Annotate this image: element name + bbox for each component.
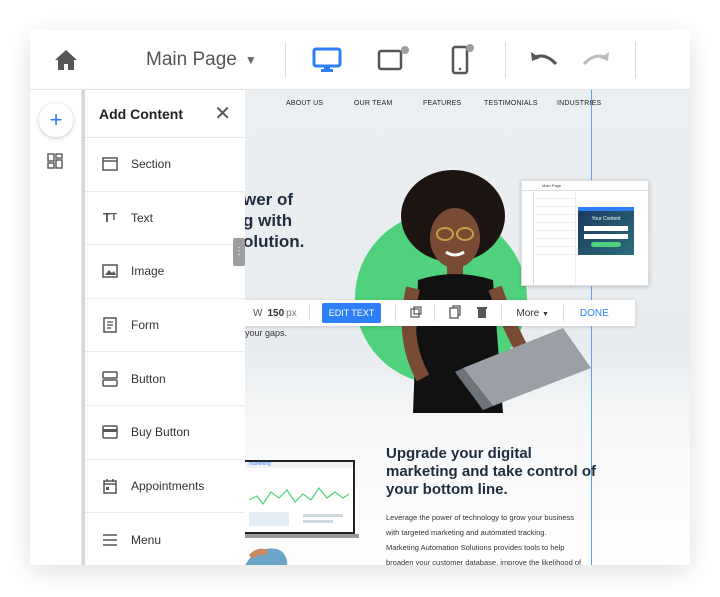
add-text-item[interactable]: TT Text [85,192,245,246]
mini-card-title: Your Content [591,216,621,222]
edit-text-button[interactable]: EDIT TEXT [321,303,382,323]
text-icon: TT [102,210,118,226]
width-value[interactable]: 150 [267,308,284,319]
divider [635,42,636,78]
move-layer-icon[interactable] [410,305,422,321]
panel-header: Add Content ✕ [85,90,245,138]
chevron-down-icon: ▼ [244,53,257,67]
hero-line: wer of [245,190,294,209]
body-line: broaden your customer database, improve … [386,558,582,565]
hand-image [245,548,288,565]
page-selector[interactable]: Main Page ▼ [146,42,257,78]
add-icon[interactable]: + [39,103,73,137]
item-label: Text [131,210,154,225]
form-icon [101,316,119,334]
nav-link-about[interactable]: ABOUT US [286,100,323,107]
laptop-analytics-image[interactable]: marketing [245,460,359,544]
nav-link-testimonials[interactable]: TESTIMONIALS [484,100,538,107]
hero-subtext[interactable]: your gaps. [245,328,287,338]
element-edit-toolbar: W 150 px EDIT TEXT More ▼ DONE [245,300,635,326]
body-line: Leverage the power of technology to grow… [386,513,575,522]
divider [285,42,286,78]
close-icon[interactable]: ✕ [214,104,231,124]
add-button-item[interactable]: Button [85,352,245,406]
undo-icon[interactable] [528,48,560,72]
mini-card: Your Content [578,211,634,255]
redo-icon[interactable] [580,48,612,72]
image-icon [101,262,119,280]
editor-window: Main Page ▼ + Add Content ✕ Section T T … [30,30,690,565]
home-icon[interactable] [52,46,80,74]
page-canvas[interactable]: ABOUT US OUR TEAM FEATURES TESTIMONIALS … [245,90,690,565]
more-label: More [516,307,540,319]
laptop-brand: marketing [249,461,271,467]
hero-heading[interactable]: wer of g with olution. [245,189,363,252]
item-label: Form [131,318,159,333]
dashboard-grid-icon[interactable] [47,153,65,171]
nav-link-features[interactable]: FEATURES [423,100,461,107]
page-name: Main Page [146,49,237,70]
calendar-icon [101,477,119,495]
mini-rail [522,191,534,285]
divider [501,305,503,321]
hero-line: olution. [245,232,305,251]
mini-preview: Main Page Your Content [521,180,649,286]
drag-handle-icon[interactable]: ⋮ [233,238,245,266]
add-image-item[interactable]: Image [85,245,245,299]
top-toolbar: Main Page ▼ [30,30,690,90]
section-icon [101,155,119,173]
done-button[interactable]: DONE [580,308,609,319]
menu-icon [101,531,119,549]
divider [505,42,506,78]
mini-page-name: Main Page [542,183,562,188]
item-label: Buy Button [131,425,190,440]
section-body[interactable]: Leverage the power of technology to grow… [386,510,606,565]
divider [562,305,564,321]
tablet-view-icon[interactable] [375,42,411,76]
add-section-item[interactable]: Section [85,138,245,192]
add-menu-item[interactable]: Menu [85,513,245,565]
trash-icon[interactable] [477,306,488,321]
add-form-item[interactable]: Form [85,299,245,353]
item-label: Section [131,157,172,172]
width-label: W [253,307,263,319]
add-content-panel: Add Content ✕ Section TT Text Image Form… [82,90,245,565]
panel-title: Add Content [99,105,183,122]
chevron-down-icon: ▼ [541,310,549,318]
item-label: Appointments [131,478,205,493]
body-line: with targeted marketing and automated tr… [386,528,547,537]
duplicate-icon[interactable] [449,304,462,322]
section-heading[interactable]: Upgrade your digital marketing and take … [386,445,601,499]
add-appointments-item[interactable]: Appointments [85,460,245,514]
button-icon [101,370,119,388]
width-unit: px [286,307,297,319]
item-label: Image [131,264,165,279]
divider [395,305,397,321]
mini-panel [534,191,576,285]
divider [308,305,310,321]
hero-line: g with [245,211,293,230]
buy-button-icon [101,423,119,441]
item-label: Menu [131,532,162,547]
desktop-view-icon[interactable] [310,44,344,76]
more-menu-button[interactable]: More ▼ [516,308,549,319]
divider [434,305,436,321]
body-line: Marketing Automation Solutions provides … [386,543,565,552]
nav-link-team[interactable]: OUR TEAM [354,100,392,107]
mobile-view-icon[interactable] [448,40,478,78]
nav-link-industries[interactable]: INDUSTRIES [557,100,601,107]
item-label: Button [131,371,166,386]
add-buy-button-item[interactable]: Buy Button [85,406,245,460]
mini-preview-toolbar: Main Page [522,181,648,191]
left-rail: + [30,90,82,565]
